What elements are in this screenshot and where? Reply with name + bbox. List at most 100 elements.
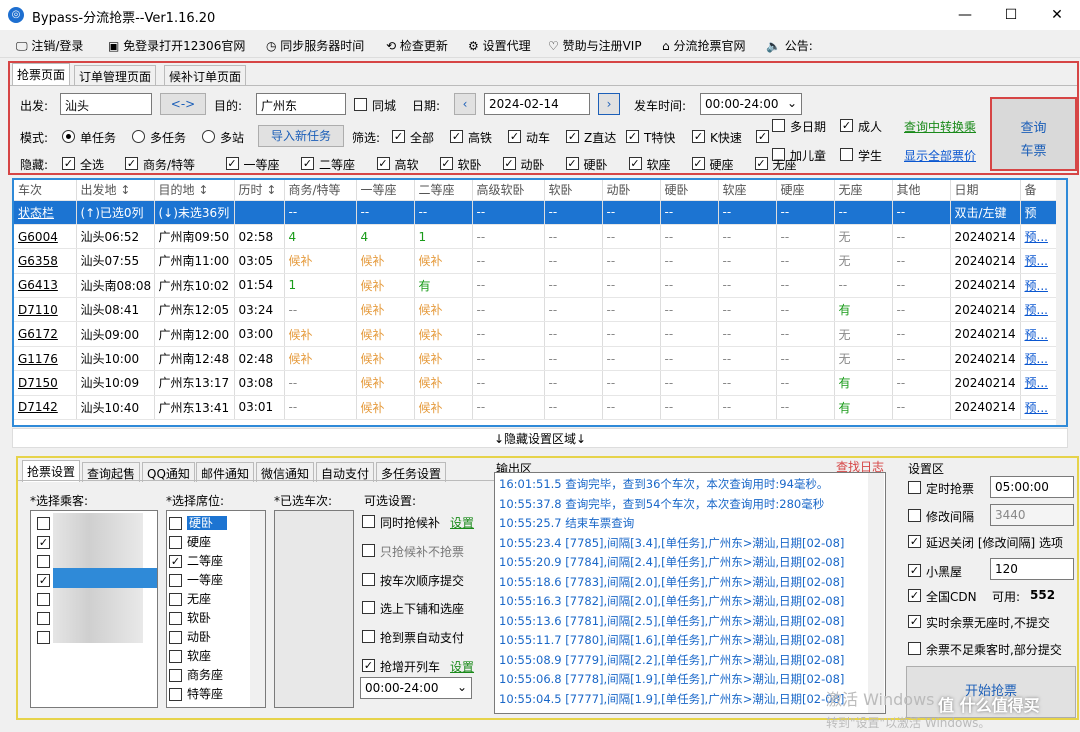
column-header[interactable]: 动卧: [602, 180, 661, 201]
realtime-checkbox[interactable]: ✓: [908, 615, 921, 628]
seat-checkbox[interactable]: [169, 688, 182, 701]
passenger-list[interactable]: ✓ ✓: [30, 510, 158, 708]
seat-checkbox[interactable]: [169, 631, 182, 644]
hide-checkbox[interactable]: ✓: [502, 157, 516, 170]
vip-menu-item[interactable]: ♡ 赞助与注册VIP: [548, 37, 642, 54]
seat-scrollbar[interactable]: [250, 511, 265, 707]
swap-button[interactable]: <->: [160, 93, 206, 115]
table-row[interactable]: G6413 汕头南08:08 广州东10:02 01:54 1 候补有 -- -- -- -- --…: [14, 273, 1059, 299]
filter-other-checkbox[interactable]: ✓: [756, 130, 769, 143]
partial-checkbox[interactable]: [908, 642, 921, 655]
log-scrollbar[interactable]: [868, 473, 884, 713]
train-number-link[interactable]: G6172: [14, 321, 77, 347]
train-number-link[interactable]: G1176: [14, 346, 77, 372]
passenger-checkbox[interactable]: ✓: [37, 574, 50, 587]
hide-checkbox[interactable]: ✓: [62, 157, 75, 170]
seat-checkbox[interactable]: [169, 517, 182, 530]
option-checkbox[interactable]: [362, 572, 375, 586]
delay-checkbox[interactable]: ✓: [908, 535, 921, 548]
column-header[interactable]: 高级软卧: [472, 180, 545, 201]
train-number-link[interactable]: D7110: [14, 297, 77, 323]
option-checkbox[interactable]: [362, 601, 375, 615]
hide-checkbox[interactable]: ✓: [628, 157, 642, 170]
passenger-checkbox[interactable]: [37, 593, 50, 606]
tab-bottom[interactable]: 自动支付: [316, 462, 375, 482]
column-header[interactable]: 一等座: [356, 180, 415, 201]
table-cell[interactable]: 预...: [1020, 321, 1059, 347]
column-header[interactable]: 日期: [950, 180, 1021, 201]
table-cell[interactable]: 预...: [1020, 224, 1059, 250]
hide-checkbox[interactable]: ✓: [301, 157, 314, 170]
seat-checkbox[interactable]: [169, 536, 182, 549]
tab-grab[interactable]: 抢票页面: [12, 63, 71, 85]
filter-t-checkbox[interactable]: ✓: [626, 130, 639, 143]
column-header[interactable]: 备: [1020, 180, 1059, 201]
passenger-checkbox[interactable]: ✓: [37, 536, 50, 549]
blackroom-checkbox[interactable]: ✓: [908, 564, 921, 577]
column-header[interactable]: 硬卧: [660, 180, 719, 201]
filter-dongche-checkbox[interactable]: ✓: [508, 130, 521, 143]
seat-checkbox[interactable]: [169, 669, 182, 682]
column-header[interactable]: 目的地 ↕: [154, 180, 235, 201]
table-cell[interactable]: 预...: [1020, 248, 1059, 274]
interval-checkbox[interactable]: [908, 509, 921, 522]
interval-input[interactable]: 3440: [990, 504, 1074, 526]
tab-orders[interactable]: 订单管理页面: [74, 65, 157, 85]
tab-bottom[interactable]: QQ通知: [142, 462, 195, 482]
timed-input[interactable]: 05:00:00: [990, 476, 1074, 498]
multi-date-checkbox[interactable]: [772, 119, 785, 132]
close-button[interactable]: ✕: [1034, 0, 1080, 30]
check-update-menu-item[interactable]: ⟲ 检查更新: [386, 37, 448, 54]
table-row[interactable]: G6004 汕头06:52 广州南09:50 02:58 4 4 1 -- -- -- -- -- --…: [14, 224, 1059, 250]
option-checkbox[interactable]: [362, 543, 375, 557]
hide-checkbox[interactable]: ✓: [439, 157, 453, 170]
table-row[interactable]: G1176 汕头10:00 广州南12:48 02:48 候补 候补 候补 -- -- -- -- -…: [14, 346, 1059, 372]
column-header[interactable]: 历时 ↕: [234, 180, 285, 201]
website-menu-item[interactable]: ⌂ 分流抢票官网: [662, 37, 745, 54]
option-settings-link[interactable]: 设置: [450, 658, 474, 675]
train-number-link[interactable]: G6358: [14, 248, 77, 274]
passenger-checkbox[interactable]: [37, 631, 50, 644]
hide-checkbox[interactable]: ✓: [691, 157, 705, 170]
cdn-checkbox[interactable]: ✓: [908, 589, 921, 602]
next-date-button[interactable]: ›: [598, 93, 620, 115]
transfer-link[interactable]: 查询中转换乘: [904, 118, 976, 135]
tab-bottom[interactable]: 多任务设置: [376, 462, 447, 482]
same-city-checkbox[interactable]: [354, 98, 367, 111]
filter-k-checkbox[interactable]: ✓: [692, 130, 705, 143]
table-row[interactable]: D7142 汕头10:40 广州东13:41 03:01 -- 候补 候补 -- -- -- -- -…: [14, 395, 1059, 421]
column-header[interactable]: 车次: [14, 180, 77, 201]
column-header[interactable]: 出发地 ↕: [76, 180, 155, 201]
from-input[interactable]: 汕头: [60, 93, 152, 115]
open-12306-menu-item[interactable]: ▣ 免登录打开12306官网: [108, 37, 245, 54]
passenger-checkbox[interactable]: [37, 517, 50, 530]
table-row[interactable]: G6172 汕头09:00 广州南12:00 03:00 候补 候补 候补 -- -- -- -- -…: [14, 321, 1059, 347]
hide-checkbox[interactable]: ✓: [376, 157, 390, 170]
mode-station-radio[interactable]: [202, 130, 215, 143]
timed-checkbox[interactable]: [908, 481, 921, 494]
column-header[interactable]: 软座: [718, 180, 777, 201]
train-number-link[interactable]: G6413: [14, 273, 77, 299]
option-time-select[interactable]: 00:00-24:00 ⌄: [360, 677, 472, 699]
train-number-link[interactable]: D7142: [14, 395, 77, 421]
tab-bottom[interactable]: 微信通知: [256, 462, 315, 482]
column-header[interactable]: 二等座: [414, 180, 473, 201]
hide-checkbox[interactable]: ✓: [225, 157, 239, 170]
column-header[interactable]: 无座: [834, 180, 893, 201]
table-cell[interactable]: 预...: [1020, 395, 1059, 421]
option-settings-link[interactable]: 设置: [450, 514, 474, 531]
adult-checkbox[interactable]: ✓: [840, 119, 853, 132]
option-checkbox[interactable]: [362, 515, 375, 528]
filter-z-checkbox[interactable]: ✓: [566, 130, 579, 143]
import-task-button[interactable]: 导入新任务: [258, 125, 344, 147]
seat-checkbox[interactable]: ✓: [169, 555, 182, 568]
option-checkbox[interactable]: [362, 630, 375, 644]
tab-waitlist[interactable]: 候补订单页面: [164, 65, 247, 85]
maximize-button[interactable]: ☐: [988, 0, 1034, 30]
table-cell[interactable]: 预...: [1020, 297, 1059, 323]
mode-multi-radio[interactable]: [132, 130, 145, 143]
passenger-checkbox[interactable]: [37, 555, 50, 568]
tab-bottom[interactable]: 抢票设置: [22, 460, 81, 482]
seat-checkbox[interactable]: [169, 612, 182, 625]
column-header[interactable]: 软卧: [544, 180, 603, 201]
